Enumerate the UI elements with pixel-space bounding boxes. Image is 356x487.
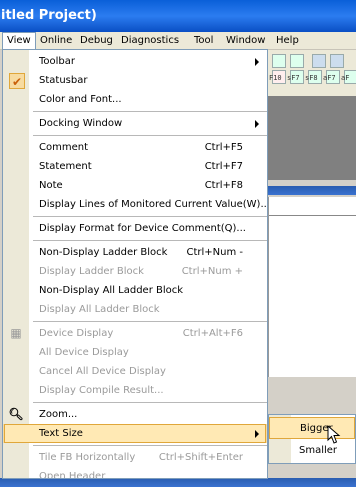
window-title-bar: itled Project) <box>0 0 356 32</box>
menu-separator <box>33 445 267 446</box>
menu-item-label: Color and Font... <box>39 94 122 105</box>
menu-window[interactable]: Window <box>222 33 269 48</box>
submenu-arrow-icon <box>255 120 259 128</box>
menu-tool[interactable]: Tool <box>190 33 217 48</box>
menu-separator <box>33 321 267 322</box>
menu-item-display-ladder-block[interactable]: Display Ladder Block Ctrl+Num + <box>3 262 267 281</box>
menu-item-smaller[interactable]: Smaller <box>269 440 355 462</box>
menu-item-non-display-ladder-block[interactable]: Non-Display Ladder Block Ctrl+Num - <box>3 243 267 262</box>
menu-item-label: All Device Display <box>39 347 129 358</box>
menu-item-shortcut: Ctrl+F8 <box>204 180 243 191</box>
window-title: itled Project) <box>1 8 97 23</box>
menu-debug[interactable]: Debug <box>76 33 117 48</box>
checkmark-icon: ✔ <box>9 73 25 89</box>
workspace-pane <box>268 96 356 180</box>
menu-diagnostics[interactable]: Diagnostics <box>117 33 183 48</box>
menu-item-display-format-device-comment[interactable]: Display Format for Device Comment(Q)... <box>3 219 267 238</box>
menu-item-label: Device Display <box>39 328 114 339</box>
menu-item-label: Non-Display All Ladder Block <box>39 285 184 296</box>
text-size-submenu: Bigger Smaller <box>268 414 356 464</box>
ladder-editor-pane[interactable] <box>268 197 356 377</box>
menu-separator <box>33 111 267 112</box>
menu-bar: View Online Debug Diagnostics Tool Windo… <box>0 32 356 50</box>
menu-item-shortcut: Ctrl+Alt+F6 <box>182 328 243 339</box>
toolbar-ladder-label: aF <box>341 74 350 82</box>
menu-item-label: Statement <box>39 161 92 172</box>
menu-item-color-and-font[interactable]: Color and Font... <box>3 90 267 109</box>
pane-title-bar <box>268 186 356 195</box>
mouse-pointer-icon <box>327 425 341 444</box>
menu-item-statusbar[interactable]: ✔ Statusbar <box>3 71 267 90</box>
menu-item-toolbar[interactable]: Toolbar <box>3 52 267 71</box>
menu-separator <box>33 216 267 217</box>
menu-item-zoom[interactable]: 🔍︎ Zoom... <box>3 405 267 424</box>
divider <box>269 215 356 216</box>
menu-view[interactable]: View <box>2 32 36 50</box>
menu-item-shortcut: Ctrl+F7 <box>204 161 243 172</box>
toolbar-ladder-label: F10 <box>269 74 282 82</box>
menu-item-label: Display All Ladder Block <box>39 304 160 315</box>
menu-item-shortcut: Ctrl+F5 <box>204 142 243 153</box>
menu-item-comment[interactable]: Comment Ctrl+F5 <box>3 138 267 157</box>
menu-item-label: Non-Display Ladder Block <box>39 247 168 258</box>
view-menu-dropdown: Toolbar ✔ Statusbar Color and Font... Do… <box>2 49 268 479</box>
menu-item-display-lines-monitored[interactable]: Display Lines of Monitored Current Value… <box>3 195 267 214</box>
toolbar-ladder-label: sF8 <box>305 74 318 82</box>
menu-help[interactable]: Help <box>272 33 303 48</box>
menu-item-statement[interactable]: Statement Ctrl+F7 <box>3 157 267 176</box>
menu-item-shortcut: Ctrl+Num + <box>181 266 243 277</box>
menu-separator <box>33 402 267 403</box>
menu-item-label: Display Compile Result... <box>39 385 164 396</box>
menu-item-cancel-all-device-display[interactable]: Cancel All Device Display <box>3 362 267 381</box>
menu-item-label: Open Header <box>39 471 106 479</box>
menu-item-label: Display Ladder Block <box>39 266 144 277</box>
toolbar-button[interactable] <box>312 54 326 68</box>
submenu-arrow-icon <box>255 430 259 438</box>
toolbar-area <box>268 50 356 96</box>
toolbar-button[interactable] <box>330 54 344 68</box>
menu-item-open-header[interactable]: Open Header <box>3 467 267 479</box>
menu-item-label: Comment <box>39 142 88 153</box>
menu-item-docking-window[interactable]: Docking Window <box>3 114 267 133</box>
menu-item-label: Note <box>39 180 63 191</box>
toolbar-button[interactable] <box>290 54 304 68</box>
menu-item-label: Text Size <box>39 428 83 439</box>
menu-item-display-all-ladder-block[interactable]: Display All Ladder Block <box>3 300 267 319</box>
menu-item-display-compile-result[interactable]: Display Compile Result... <box>3 381 267 400</box>
menu-item-label: Toolbar <box>39 56 76 67</box>
zoom-icon: 🔍︎ <box>8 407 24 421</box>
menu-item-label: Statusbar <box>39 75 88 86</box>
bottom-bar <box>0 478 356 487</box>
menu-item-label: Display Format for Device Comment(Q)... <box>39 223 246 234</box>
menu-item-label: Zoom... <box>39 409 78 420</box>
menu-item-label: Docking Window <box>39 118 123 129</box>
menu-item-all-device-display[interactable]: All Device Display <box>3 343 267 362</box>
menu-item-non-display-all-ladder-block[interactable]: Non-Display All Ladder Block <box>3 281 267 300</box>
menu-item-shortcut: Ctrl+Shift+Enter <box>158 452 243 463</box>
menu-separator <box>33 135 267 136</box>
menu-item-text-size[interactable]: Text Size <box>3 424 267 443</box>
toolbar-button[interactable] <box>272 54 286 68</box>
menu-item-shortcut: Ctrl+Num - <box>186 247 243 258</box>
menu-item-label: Display Lines of Monitored Current Value… <box>39 199 268 210</box>
menu-item-tile-fb-horizontally[interactable]: Tile FB Horizontally Ctrl+Shift+Enter <box>3 448 267 467</box>
menu-item-device-display[interactable]: ▦ Device Display Ctrl+Alt+F6 <box>3 324 267 343</box>
submenu-arrow-icon <box>255 58 259 66</box>
menu-item-bigger[interactable]: Bigger <box>269 417 355 439</box>
menu-separator <box>33 240 267 241</box>
device-display-icon: ▦ <box>10 326 22 340</box>
toolbar-ladder-label: aF7 <box>323 74 336 82</box>
menu-item-label: Cancel All Device Display <box>39 366 166 377</box>
toolbar-ladder-label: sF7 <box>287 74 300 82</box>
menu-online[interactable]: Online <box>36 33 76 48</box>
menu-item-label: Tile FB Horizontally <box>39 452 136 463</box>
menu-item-note[interactable]: Note Ctrl+F8 <box>3 176 267 195</box>
